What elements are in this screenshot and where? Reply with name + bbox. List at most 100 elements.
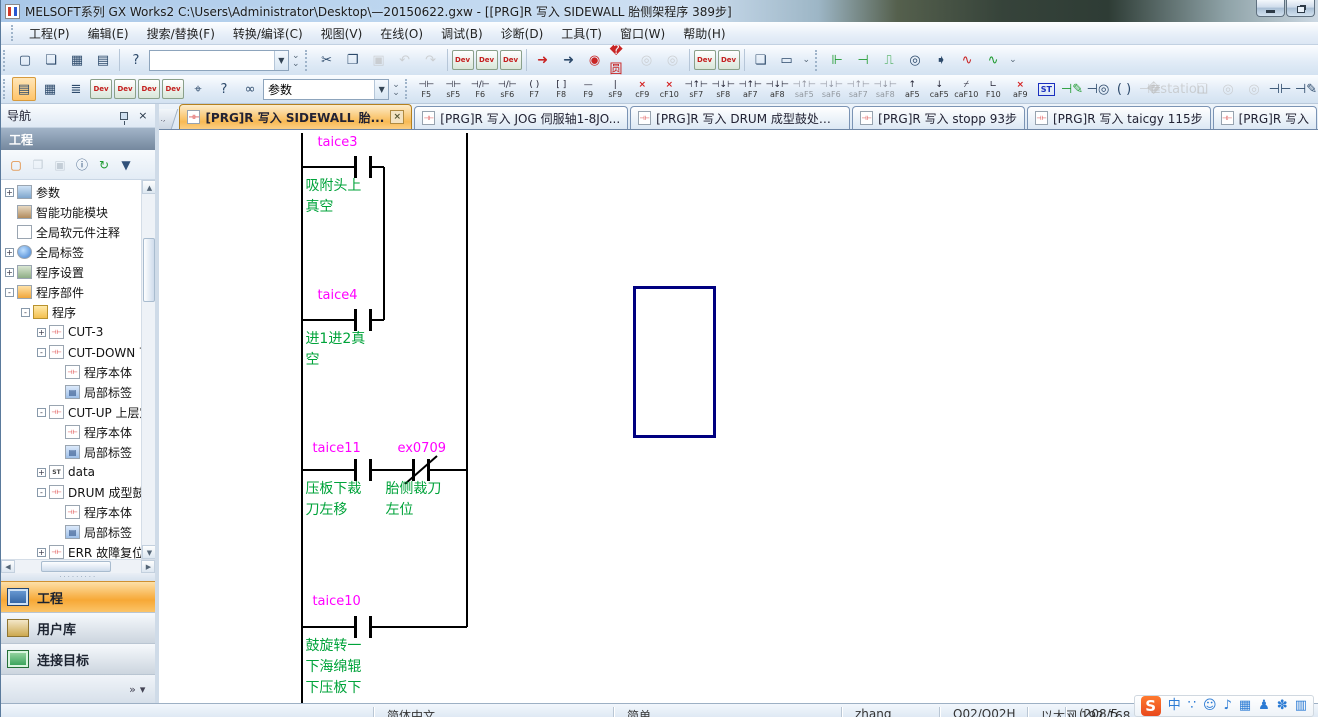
statement-window-icon[interactable]: ❏ (749, 48, 773, 72)
ime-cn-en-icon[interactable]: 中 (1168, 696, 1181, 716)
closed-contact-button[interactable]: ⊣/⊢ F6 (467, 76, 494, 102)
tree-item-drum[interactable]: - DRUM 成型鼓处 (33, 482, 141, 502)
title-bar[interactable]: MELSOFT系列 GX Works2 C:\Users\Administrat… (1, 0, 1318, 22)
draw-line-button[interactable]: ∟ F10 (980, 76, 1007, 102)
sampling-trace-2-icon[interactable]: ∿ (981, 48, 1005, 72)
expand-icon[interactable] (53, 388, 62, 397)
note-icon[interactable]: Dev (138, 79, 160, 99)
expand-icon[interactable]: + (5, 248, 14, 257)
expand-icon[interactable] (5, 228, 14, 237)
tree-item-global-device-comment[interactable]: 全局软元件注释 (1, 222, 141, 242)
ime-symbol-icon[interactable]: ∵ (1188, 696, 1196, 716)
tree-item-data[interactable]: + data (33, 462, 141, 482)
menu-debug[interactable]: 调试(B) (432, 22, 492, 45)
sogou-logo[interactable]: S (1141, 696, 1161, 716)
expand-icon[interactable]: + (37, 328, 46, 337)
nav-project-button[interactable]: 工程 (1, 581, 155, 612)
toolbar-overflow-icon[interactable]: ⌄⌄ (292, 52, 300, 68)
open-contact-button[interactable]: ⊣⊢ F5 (413, 76, 440, 102)
menu-diagnostics[interactable]: 诊断(D) (492, 22, 553, 45)
falling-pulse-branch-button[interactable]: ⊣↓⊢ saF6 (818, 76, 845, 102)
delete-horizontal-line-button[interactable]: × cF9 (629, 76, 656, 102)
paste-icon[interactable]: ▣ (367, 48, 391, 72)
device-comment-icon[interactable]: Dev (90, 79, 112, 99)
expand-icon[interactable]: - (21, 308, 30, 317)
new-project-icon[interactable]: ▢ (13, 48, 37, 72)
menu-find-replace[interactable]: 搜索/替换(F) (138, 22, 224, 45)
tree-item-cut3[interactable]: + CUT-3 (33, 322, 141, 342)
tree-item-err[interactable]: + ERR 故障复位程 (33, 542, 141, 559)
scroll-down-icon[interactable]: ▼ (142, 545, 155, 559)
inline-st-edit-icon[interactable]: ⊣✎ (1060, 77, 1084, 101)
tree-item-program-setting[interactable]: + 程序设置 (1, 262, 141, 282)
monitor-write-icon[interactable]: ➜ (531, 48, 555, 72)
invert-operation-button[interactable]: ⌿ caF10 (953, 76, 980, 102)
pause-monitor-icon[interactable]: ◎ (635, 48, 659, 72)
edit-device-icon[interactable]: ⊣◎ (1086, 77, 1110, 101)
tab-stopp[interactable]: ⊣⊢ [PRG]R 写入 stopp 93步 × (852, 106, 1025, 129)
tree-item-parameter[interactable]: + 参数 (1, 182, 141, 202)
print-icon[interactable]: ▤ (91, 48, 115, 72)
scroll-up-icon[interactable]: ▲ (142, 180, 155, 194)
device-label[interactable]: taice4 (317, 288, 357, 303)
menu-view[interactable]: 视图(V) (312, 22, 372, 45)
panel-splitter[interactable]: ········· (1, 573, 155, 581)
rising-pulse-button[interactable]: ⊣↑⊢ sF7 (683, 76, 710, 102)
find-icon[interactable]: ∞ (238, 77, 262, 101)
tree-item-global-label[interactable]: + 全局标签 (1, 242, 141, 262)
device-display-1-icon[interactable]: Dev (694, 50, 716, 70)
sort-filter-icon[interactable]: ▼ (115, 154, 137, 176)
open-project-icon[interactable]: ❏ (39, 48, 63, 72)
scroll-left-icon[interactable]: ◀ (1, 560, 15, 573)
project-selector[interactable]: ▼ (149, 50, 289, 71)
function-block-icon[interactable]: ▦ (38, 77, 62, 101)
menu-tools[interactable]: 工具(T) (552, 22, 611, 45)
output-window-icon[interactable]: ≣ (64, 77, 88, 101)
nav-user-library-button[interactable]: 用户库 (1, 612, 155, 643)
edit-coil-icon[interactable]: ( ) (1112, 77, 1136, 101)
chevron-down-icon[interactable]: ▼ (374, 80, 388, 99)
device-label[interactable]: taice3 (317, 135, 357, 150)
ladder-editor-canvas[interactable]: taice3 taice4 taice11 ex0709 taice10 吸附头… (159, 130, 1318, 703)
menu-edit[interactable]: 编辑(E) (79, 22, 138, 45)
horizontal-line-button[interactable]: — F9 (575, 76, 602, 102)
tab-overflow[interactable]: ⊣⊢ [PRG]R 写入 × (1213, 106, 1317, 129)
tree-item-local-label[interactable]: 局部标签 (49, 382, 141, 402)
close-tab-icon[interactable]: × (390, 110, 404, 124)
rising-pulse-branch-button[interactable]: ⊣↑⊢ saF5 (791, 76, 818, 102)
expand-icon[interactable]: + (37, 468, 46, 477)
expand-icon[interactable] (53, 368, 62, 377)
delete-vertical-line-button[interactable]: × cF10 (656, 76, 683, 102)
save-project-icon[interactable]: ▦ (65, 48, 89, 72)
restore-button[interactable] (1286, 0, 1315, 17)
tree-item-local-label[interactable]: 局部标签 (49, 522, 141, 542)
expand-icon[interactable]: + (5, 188, 14, 197)
tree-item-cutdown[interactable]: - CUT-DOWN 下 (33, 342, 141, 362)
read-from-plc-icon[interactable]: Dev (476, 50, 498, 70)
edit-cursor[interactable] (633, 286, 716, 438)
ime-skin-icon[interactable]: ✽ (1277, 696, 1288, 716)
invert-result-button[interactable]: ↑ aF5 (899, 76, 926, 102)
tree-item-intelligent-module[interactable]: 智能功能模块 (1, 202, 141, 222)
falling-pulse-button[interactable]: ⊣↓⊢ sF8 (710, 76, 737, 102)
expand-icon[interactable] (53, 508, 62, 517)
expand-icon[interactable]: - (5, 288, 14, 297)
device-display-2-icon[interactable]: Dev (718, 50, 740, 70)
remote-screen-icon[interactable]: ▭ (775, 48, 799, 72)
expand-icon[interactable] (53, 428, 62, 437)
delete-line-button[interactable]: × aF9 (1007, 76, 1034, 102)
copy-object-icon[interactable]: ❐ (27, 154, 49, 176)
device-search-icon[interactable]: ◎ (903, 48, 927, 72)
nav-connection-button[interactable]: 连接目标 (1, 643, 155, 674)
help2-icon[interactable]: ? (212, 77, 236, 101)
falling-pulse-closed-button[interactable]: ⊣↓⊢ aF8 (764, 76, 791, 102)
tree-horizontal-scrollbar[interactable]: ◀ ▶ (1, 559, 155, 573)
find-combobox[interactable]: ▼ (263, 79, 389, 100)
inline-st-button[interactable]: ST (1038, 83, 1055, 96)
ime-keyboard-icon[interactable]: ▦ (1239, 696, 1251, 716)
redo-icon[interactable]: ↷ (419, 48, 443, 72)
closed-branch-button[interactable]: ⊣/⊢ sF6 (494, 76, 521, 102)
menu-window[interactable]: 窗口(W) (611, 22, 674, 45)
nav-more-buttons[interactable]: »▾ (1, 674, 155, 703)
device-label[interactable]: ex0709 (397, 441, 446, 456)
